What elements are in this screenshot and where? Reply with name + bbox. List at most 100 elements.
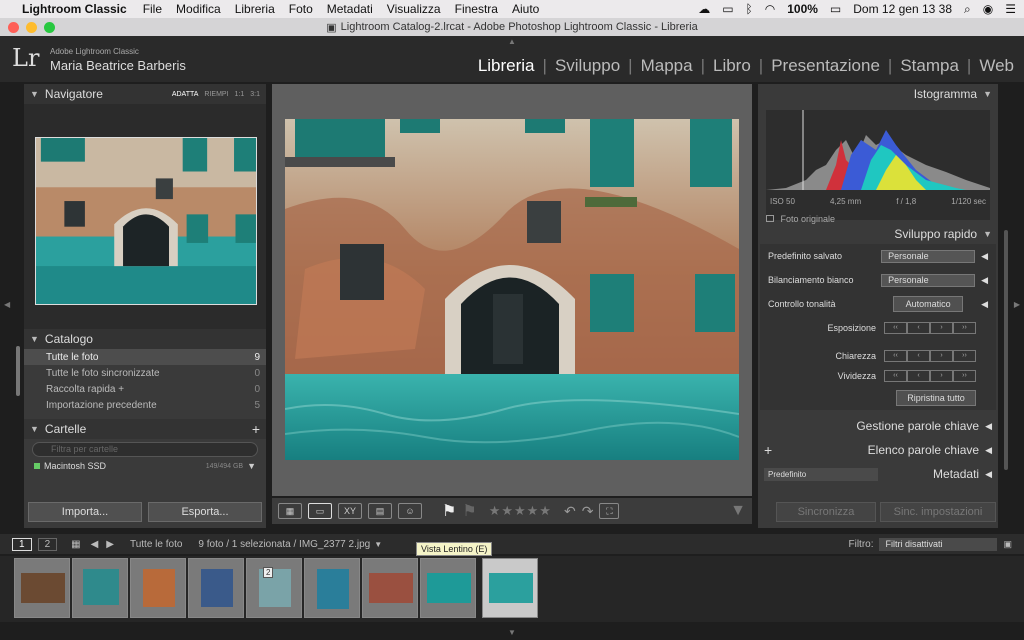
wifi-icon[interactable]: ◠ <box>765 2 775 16</box>
flag-pick-icon[interactable]: ⚑ <box>442 501 456 521</box>
film-thumb-selected[interactable] <box>482 558 538 618</box>
collapse-triangle-icon[interactable]: ▼ <box>983 89 992 99</box>
saved-preset-select[interactable]: Personale <box>881 249 976 263</box>
grid-icon[interactable]: ▦ <box>71 539 80 550</box>
clarity-stepper[interactable]: ‹‹ ‹ › ›› <box>884 350 976 362</box>
folder-filter-input[interactable]: Filtra per cartelle <box>32 442 258 457</box>
loupe-photo[interactable] <box>285 119 739 460</box>
film-thumb[interactable] <box>188 558 244 618</box>
exposure-stepper[interactable]: ‹‹ ‹ › ›› <box>884 322 976 334</box>
module-web[interactable]: Web <box>979 56 1014 76</box>
collapse-triangle-icon[interactable]: ▼ <box>30 424 39 434</box>
chevron-down-icon[interactable]: ▼ <box>374 540 382 549</box>
toolbar-menu-icon[interactable]: ▼ <box>730 502 746 520</box>
cloud-icon[interactable]: ☁ <box>698 2 710 16</box>
module-mappa[interactable]: Mappa <box>641 56 693 76</box>
nav-3-1-option[interactable]: 3:1 <box>250 91 260 98</box>
top-panel-arrow-icon[interactable]: ▲ <box>508 37 516 46</box>
crop-overlay-icon[interactable]: ⛶ <box>599 503 620 519</box>
navigator-header[interactable]: ▼ Navigatore ADATTA RIEMPI 1:1 3:1 <box>24 84 266 104</box>
metadata-preset-select[interactable]: Predefinito <box>764 467 878 481</box>
expand-triangle-icon[interactable]: ◀ <box>985 469 992 480</box>
navigator-thumbnail[interactable] <box>35 137 257 305</box>
expand-triangle-icon[interactable]: ◀ <box>981 275 988 286</box>
people-view-icon[interactable]: ☺ <box>398 503 422 519</box>
collapse-triangle-icon[interactable]: ▼ <box>30 334 39 344</box>
export-button[interactable]: Esporta... <box>148 502 262 522</box>
notification-center-icon[interactable]: ☰ <box>1005 2 1016 16</box>
film-thumb[interactable] <box>14 558 70 618</box>
menu-aiuto[interactable]: Aiuto <box>512 2 539 16</box>
expand-triangle-icon[interactable]: ◀ <box>981 299 988 310</box>
catalog-row-synced[interactable]: Tutte le foto sincronizzate 0 <box>24 365 266 381</box>
rotate-left-icon[interactable]: ↶ <box>564 503 576 520</box>
menu-libreria[interactable]: Libreria <box>235 2 275 16</box>
module-presentazione[interactable]: Presentazione <box>771 56 880 76</box>
nav-fill-option[interactable]: RIEMPI <box>204 91 228 98</box>
compare-view-icon[interactable]: XY <box>338 503 362 519</box>
metadata-header[interactable]: Predefinito Metadati ◀ <box>758 464 998 484</box>
catalog-row-quick-collection[interactable]: Raccolta rapida + 0 <box>24 381 266 397</box>
auto-tone-button[interactable]: Automatico <box>893 296 964 312</box>
histogram-header[interactable]: Istogramma ▼ <box>758 84 998 104</box>
left-scrollbar[interactable] <box>16 346 20 396</box>
menu-finestra[interactable]: Finestra <box>455 2 498 16</box>
import-button[interactable]: Importa... <box>28 502 142 522</box>
left-panel-arrow-icon[interactable]: ◀ <box>4 300 10 309</box>
right-panel-arrow-icon[interactable]: ▶ <box>1014 300 1020 309</box>
menu-visualizza[interactable]: Visualizza <box>387 2 441 16</box>
page-2-button[interactable]: 2 <box>37 537 58 551</box>
nav-fit-option[interactable]: ADATTA <box>172 91 199 98</box>
filter-select[interactable]: Filtri disattivati <box>879 537 998 551</box>
collapse-triangle-icon[interactable]: ▼ <box>30 89 39 99</box>
source-label[interactable]: Tutte le foto <box>130 539 182 550</box>
main-image-view[interactable] <box>272 84 752 496</box>
bluetooth-icon[interactable]: ᛒ <box>746 2 753 16</box>
keyword-list-header[interactable]: + Elenco parole chiave ◀ <box>758 440 998 460</box>
catalog-row-previous-import[interactable]: Importazione precedente 5 <box>24 397 266 413</box>
sync-settings-button[interactable]: Sinc. impostazioni <box>880 502 996 522</box>
menu-file[interactable]: File <box>143 2 162 16</box>
menu-foto[interactable]: Foto <box>289 2 313 16</box>
survey-view-icon[interactable]: ▤ <box>368 503 392 519</box>
drive-expand-icon[interactable]: ▼ <box>247 461 256 471</box>
nav-1-1-option[interactable]: 1:1 <box>235 91 245 98</box>
module-libro[interactable]: Libro <box>713 56 751 76</box>
expand-triangle-icon[interactable]: ◀ <box>981 251 988 262</box>
airplay-icon[interactable]: ▭ <box>722 2 733 16</box>
flag-reject-icon[interactable]: ⚑ <box>462 501 476 521</box>
siri-icon[interactable]: ◉ <box>983 2 993 16</box>
film-thumb[interactable] <box>420 558 476 618</box>
bottom-panel-arrow-icon[interactable]: ▼ <box>508 628 516 637</box>
histogram[interactable]: ISO 50 4,25 mm f / 1,8 1/120 sec Foto or… <box>766 110 990 224</box>
collapse-triangle-icon[interactable]: ▼ <box>983 229 992 239</box>
drive-name[interactable]: Macintosh SSD <box>44 461 106 471</box>
add-keyword-icon[interactable]: + <box>764 442 772 458</box>
right-scrollbar[interactable] <box>1004 230 1008 470</box>
selection-info[interactable]: 9 foto / 1 selezionata / IMG_2377 2.jpg <box>198 539 370 550</box>
film-thumb[interactable]: 2 <box>246 558 302 618</box>
page-1-button[interactable]: 1 <box>12 537 32 551</box>
close-window-button[interactable] <box>8 22 19 33</box>
navigator-preview[interactable] <box>24 104 266 329</box>
keywording-header[interactable]: Gestione parole chiave ◀ <box>758 416 998 436</box>
menu-modifica[interactable]: Modifica <box>176 2 221 16</box>
module-stampa[interactable]: Stampa <box>900 56 959 76</box>
white-balance-select[interactable]: Personale <box>881 273 976 287</box>
catalog-header[interactable]: ▼ Catalogo <box>24 329 266 349</box>
quick-develop-header[interactable]: Sviluppo rapido ▼ <box>758 224 998 244</box>
rating-stars[interactable]: ★★★★★ <box>489 503 552 519</box>
folders-header[interactable]: ▼ Cartelle + <box>24 419 266 439</box>
expand-triangle-icon[interactable]: ◀ <box>985 445 992 456</box>
forward-arrow-icon[interactable]: ▶ <box>106 539 114 550</box>
film-thumb[interactable] <box>130 558 186 618</box>
clock[interactable]: Dom 12 gen 13 38 <box>853 2 952 16</box>
vibrance-stepper[interactable]: ‹‹ ‹ › ›› <box>884 370 976 382</box>
app-menu[interactable]: Lightroom Classic <box>22 2 127 16</box>
minimize-window-button[interactable] <box>26 22 37 33</box>
filter-lock-icon[interactable]: ▣ <box>1003 539 1012 550</box>
battery-icon[interactable]: ▭ <box>830 2 841 16</box>
rotate-right-icon[interactable]: ↷ <box>582 503 594 520</box>
back-arrow-icon[interactable]: ◀ <box>91 539 99 550</box>
zoom-window-button[interactable] <box>44 22 55 33</box>
